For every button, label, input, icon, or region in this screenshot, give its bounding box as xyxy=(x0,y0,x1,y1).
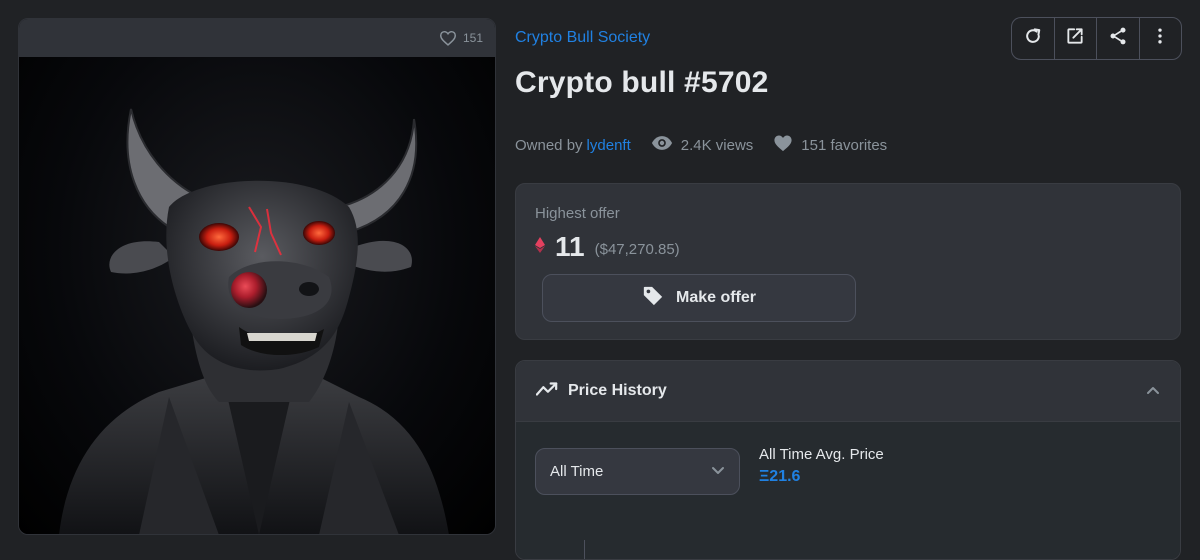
make-offer-button[interactable]: Make offer xyxy=(542,274,856,322)
price-history-panel: Price History All Time All Time Avg. Pri… xyxy=(515,360,1181,560)
refresh-icon xyxy=(1023,26,1043,51)
owned-by-label: Owned by xyxy=(515,136,583,154)
views-stat: 2.4K views xyxy=(651,135,754,155)
price-history-body: All Time All Time Avg. Price Ξ21.6 xyxy=(516,422,1180,559)
nft-artwork[interactable] xyxy=(19,57,495,534)
heart-outline-icon[interactable] xyxy=(439,30,457,46)
avg-price-value: Ξ21.6 xyxy=(759,468,801,485)
avg-price-label: All Time Avg. Price xyxy=(759,446,884,463)
make-offer-label: Make offer xyxy=(675,289,757,306)
item-title: Crypto bull #5702 xyxy=(515,66,769,99)
price-history-title: Price History xyxy=(568,382,667,399)
share-button[interactable] xyxy=(1097,18,1140,59)
offer-panel: Highest offer 11 ($47,270.85) Make offer xyxy=(515,183,1181,340)
eye-icon xyxy=(651,135,673,155)
share-icon xyxy=(1108,26,1128,51)
favorites-count: 151 favorites xyxy=(801,136,888,154)
highest-offer-label: Highest offer xyxy=(535,205,620,222)
media-card: 151 xyxy=(18,18,496,535)
external-link-icon xyxy=(1065,26,1085,51)
item-action-toolbar xyxy=(1011,17,1182,60)
media-header: 151 xyxy=(19,19,495,57)
offer-amount: 11 xyxy=(555,231,585,262)
favorite-count: 151 xyxy=(462,31,483,45)
favorites-stat: 151 favorites xyxy=(773,134,887,156)
collection-link[interactable]: Crypto Bull Society xyxy=(515,29,650,47)
chevron-down-icon xyxy=(711,463,725,481)
refresh-button[interactable] xyxy=(1012,18,1055,59)
open-external-button[interactable] xyxy=(1055,18,1097,59)
ethereum-icon xyxy=(535,236,545,258)
chevron-up-icon[interactable] xyxy=(1146,382,1160,400)
price-history-header[interactable]: Price History xyxy=(516,361,1180,422)
item-meta-row: Owned by lydenft 2.4K views 151 favorite… xyxy=(515,135,887,155)
trending-icon xyxy=(535,381,558,402)
time-range-select[interactable]: All Time xyxy=(535,448,740,495)
offer-price: 11 ($47,270.85) xyxy=(535,231,680,263)
more-vertical-icon xyxy=(1150,26,1170,51)
tag-icon xyxy=(642,285,664,312)
views-count: 2.4K views xyxy=(680,136,754,154)
more-options-button[interactable] xyxy=(1140,18,1182,59)
time-range-value: All Time xyxy=(550,463,604,480)
chart-axis xyxy=(584,540,585,559)
offer-usd: ($47,270.85) xyxy=(594,240,680,258)
owner-link[interactable]: lydenft xyxy=(587,137,631,154)
heart-icon xyxy=(773,134,793,156)
